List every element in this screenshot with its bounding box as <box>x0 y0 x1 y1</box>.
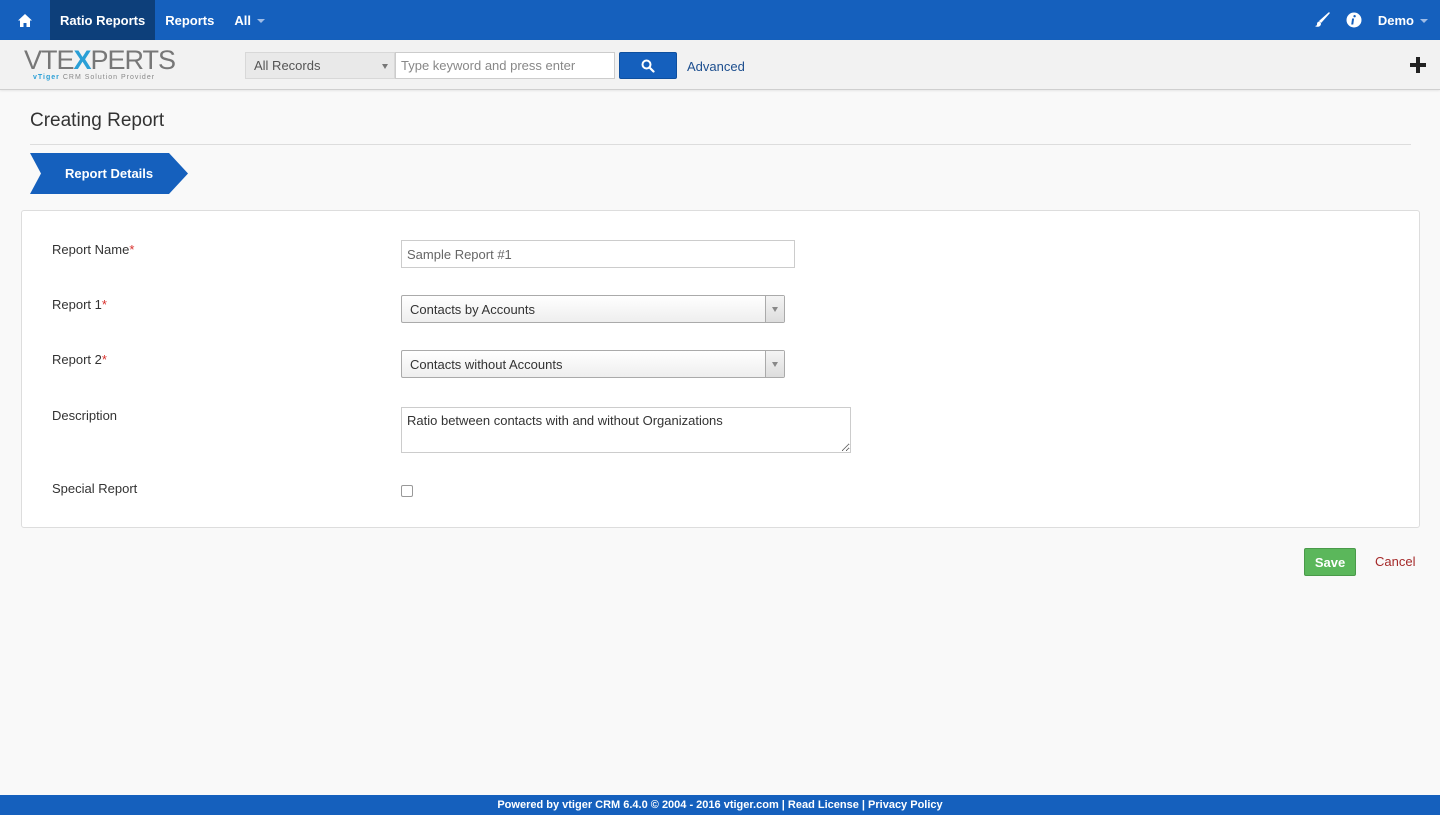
advanced-search-link[interactable]: Advanced <box>687 59 745 74</box>
nav-reports[interactable]: Reports <box>155 0 224 40</box>
info-icon <box>1346 12 1362 28</box>
save-button[interactable]: Save <box>1304 548 1356 576</box>
logo-wordmark: VTEXPERTS <box>24 46 184 74</box>
report1-selected-value: Contacts by Accounts <box>410 302 536 317</box>
nav-reports-label: Reports <box>165 12 215 28</box>
cancel-link[interactable]: Cancel <box>1375 554 1415 569</box>
required-marker: * <box>101 297 107 312</box>
report-name-label-text: Report Name <box>52 242 130 257</box>
nav-ratio-reports-label: Ratio Reports <box>60 12 146 28</box>
report1-label-text: Report 1 <box>52 297 102 312</box>
top-navbar: Ratio Reports Reports All Demo <box>0 0 1440 40</box>
logo-tagline-rest: CRM Solution Provider <box>62 74 156 81</box>
description-textarea[interactable]: Ratio between contacts with and without … <box>401 407 851 453</box>
search-icon <box>641 59 655 73</box>
nav-ratio-reports[interactable]: Ratio Reports <box>50 0 156 40</box>
theme-button[interactable] <box>1306 0 1338 40</box>
chevron-down-icon <box>765 351 784 377</box>
info-button[interactable] <box>1338 0 1370 40</box>
home-button[interactable] <box>0 0 50 40</box>
search-input[interactable] <box>395 52 615 79</box>
search-button[interactable] <box>619 52 677 79</box>
chevron-down-icon <box>382 64 388 69</box>
description-label: Description <box>52 408 118 423</box>
logo-tagline: vTiger CRM Solution Provider <box>33 74 184 81</box>
home-icon <box>18 13 32 27</box>
nav-right-group: Demo <box>1306 0 1428 40</box>
step-label: Report Details <box>65 166 154 181</box>
report-name-input[interactable] <box>401 240 795 268</box>
chevron-down-icon <box>765 296 784 322</box>
search-bar: VTEXPERTS vTiger CRM Solution Provider A… <box>0 40 1440 90</box>
chevron-down-icon <box>256 19 265 23</box>
logo-suffix: PERTS <box>90 45 177 75</box>
report2-label: Report 2* <box>52 352 107 367</box>
search-scope-select[interactable]: All Records <box>245 52 395 79</box>
report2-select[interactable]: Contacts without Accounts <box>401 350 785 378</box>
report2-label-text: Report 2 <box>52 352 102 367</box>
plus-icon <box>1410 57 1426 73</box>
report2-selected-value: Contacts without Accounts <box>410 357 563 372</box>
report1-label: Report 1* <box>52 297 107 312</box>
logo-tagline-brand: vTiger <box>33 74 60 81</box>
report1-select[interactable]: Contacts by Accounts <box>401 295 785 323</box>
company-logo[interactable]: VTEXPERTS vTiger CRM Solution Provider <box>24 46 184 84</box>
paintbrush-icon <box>1314 12 1330 27</box>
quick-create-button[interactable] <box>1409 56 1427 74</box>
nav-all-menu[interactable]: All <box>224 0 275 40</box>
required-marker: * <box>101 352 107 367</box>
nav-all-label: All <box>234 12 251 28</box>
logo-x: X <box>73 45 92 75</box>
required-marker: * <box>129 242 135 257</box>
step-report-details[interactable]: Report Details <box>30 153 188 194</box>
footer: Powered by vtiger CRM 6.4.0 © 2004 - 201… <box>0 795 1440 815</box>
title-divider <box>30 144 1411 145</box>
report-name-label: Report Name* <box>52 242 134 257</box>
chevron-down-icon <box>1420 19 1428 23</box>
user-menu[interactable]: Demo <box>1370 13 1428 28</box>
page-title: Creating Report <box>30 110 165 131</box>
user-name: Demo <box>1377 12 1414 28</box>
special-report-checkbox[interactable] <box>401 485 413 497</box>
search-scope-value: All Records <box>254 58 321 73</box>
logo-prefix: VTE <box>24 45 75 75</box>
report-details-panel: Report Name* Report 1* Contacts by Accou… <box>21 210 1420 528</box>
special-report-label: Special Report <box>52 481 138 496</box>
